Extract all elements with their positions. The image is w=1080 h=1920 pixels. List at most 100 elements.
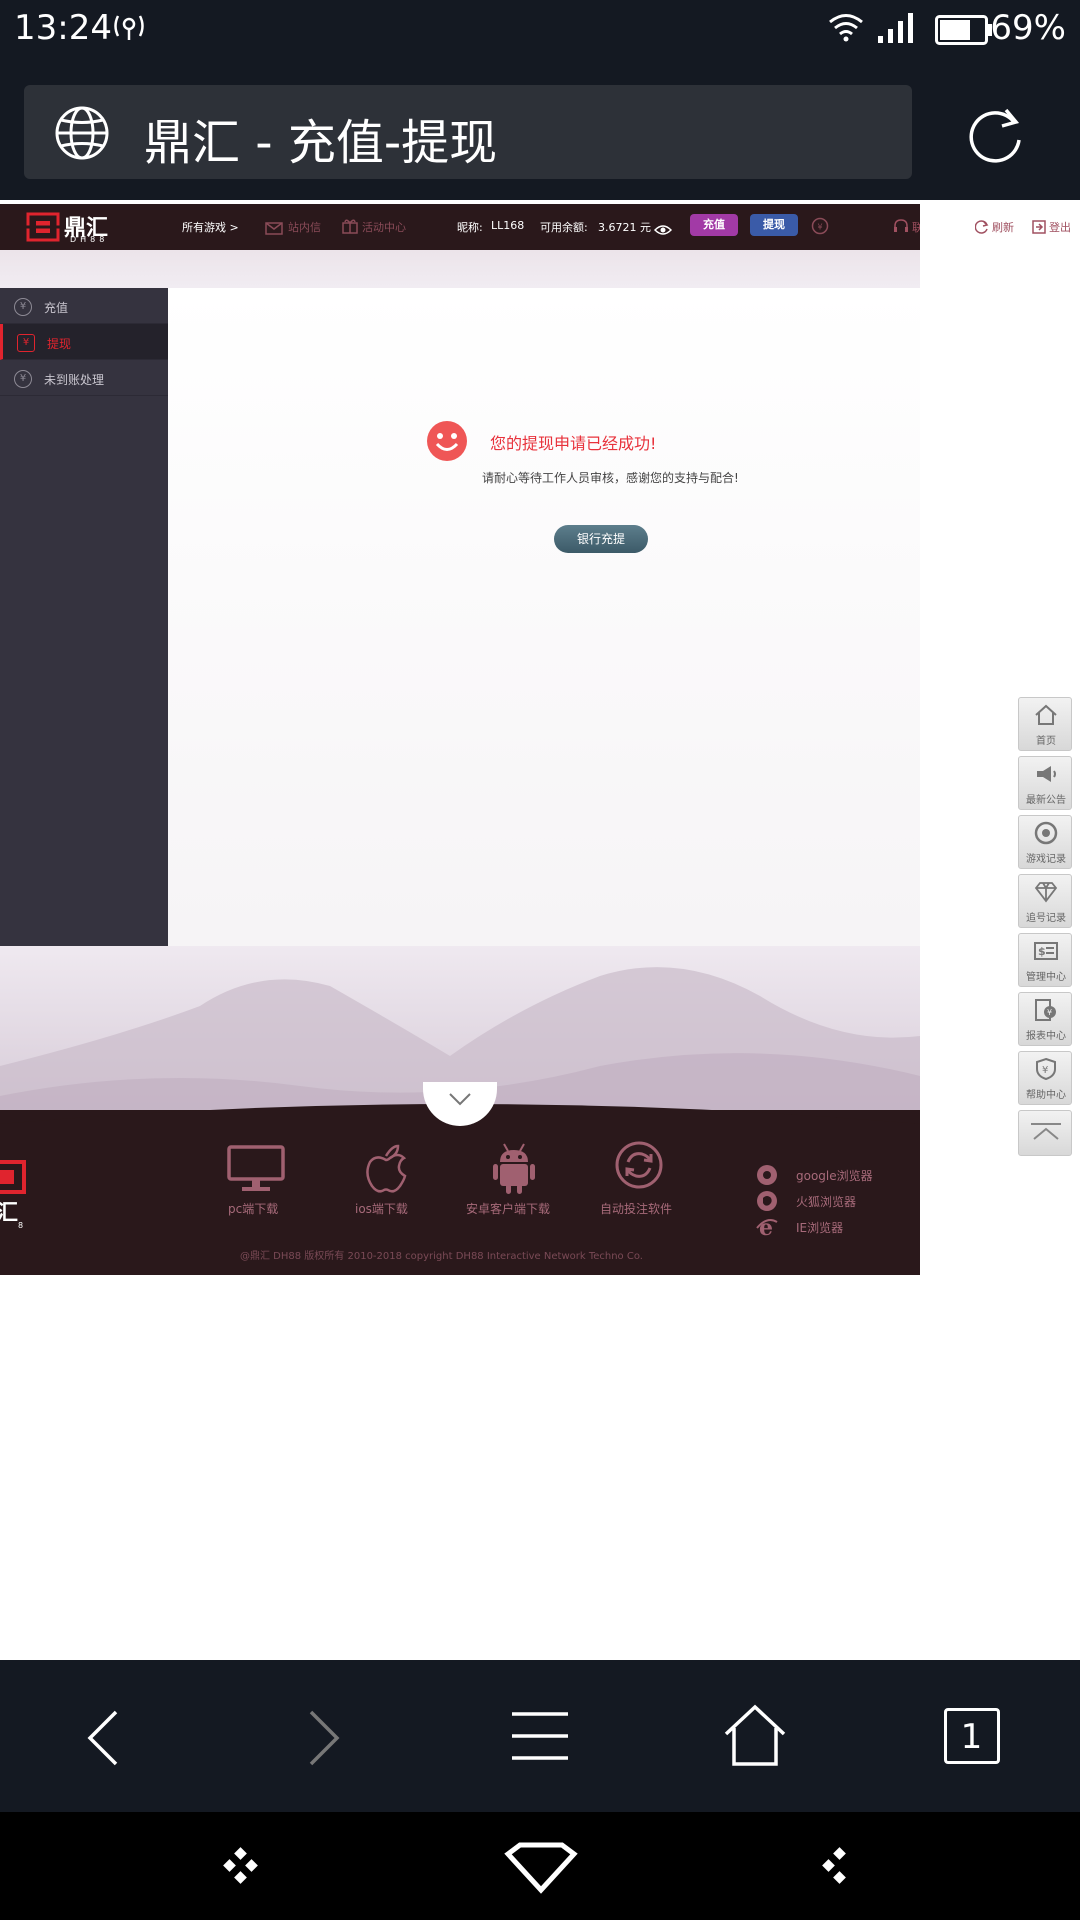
reload-icon[interactable]: [966, 104, 1026, 168]
footer-logo-icon: 汇8: [0, 1160, 36, 1234]
activity-link[interactable]: 活动中心: [362, 219, 406, 235]
tab-count: 1: [960, 1717, 983, 1757]
logout-link[interactable]: 登出: [1049, 219, 1071, 235]
home-icon[interactable]: [722, 1704, 788, 1772]
yen-shield-icon: ¥: [17, 334, 35, 352]
megaphone-icon: [1037, 766, 1056, 782]
download-auto-bet[interactable]: 自动投注软件: [598, 1141, 688, 1216]
float-nav-label: 最新公告: [1026, 795, 1066, 806]
nav-home-diamond-icon[interactable]: [504, 1842, 578, 1898]
nav-dots-right-icon[interactable]: [820, 1846, 860, 1890]
browser-google[interactable]: google浏览器: [756, 1164, 896, 1186]
gift-icon: [342, 218, 358, 238]
main-panel: 您的提现申请已经成功! 请耐心等待工作人员审核，感谢您的支持与配合! 银行充提: [168, 288, 920, 946]
status-bar: 13:24 69%: [0, 0, 1080, 60]
sidebar-item-label: 提现: [47, 337, 72, 351]
download-label: 自动投注软件: [600, 1202, 673, 1216]
system-nav-bar: [0, 1812, 1080, 1920]
float-nav-management[interactable]: $ 管理中心: [1018, 933, 1072, 987]
svg-text:¥: ¥: [1042, 1065, 1048, 1076]
apple-icon: [366, 1144, 407, 1193]
success-message: 请耐心等待工作人员审核，感谢您的支持与配合!: [482, 471, 739, 485]
back-icon[interactable]: [82, 1708, 122, 1772]
site-header-right: 刷新 登出: [920, 204, 1080, 250]
refresh-circle-icon: [615, 1141, 663, 1189]
download-label: pc端下载: [228, 1202, 279, 1216]
browser-label: IE浏览器: [796, 1221, 844, 1235]
float-nav-home[interactable]: 首页: [1018, 697, 1072, 751]
bank-recharge-button[interactable]: 银行充提: [554, 525, 648, 553]
globe-icon: [54, 105, 110, 165]
sidebar-item-label: 充值: [44, 301, 69, 315]
header-background-band: [0, 250, 920, 288]
all-games-link[interactable]: 所有游戏 >: [182, 219, 239, 235]
float-nav-announcements[interactable]: 最新公告: [1018, 756, 1072, 810]
battery-icon: [935, 15, 993, 49]
android-icon: [493, 1143, 535, 1194]
site-header: 鼎汇 DH88 所有游戏 > 站内信 活动中心 昵称: LL168 可用余额: …: [0, 204, 956, 250]
float-nav-scroll-top[interactable]: [1018, 1110, 1072, 1156]
float-nav-help[interactable]: ¥ 帮助中心: [1018, 1051, 1072, 1105]
browser-label: 火狐浏览器: [796, 1195, 857, 1209]
balance-value: 3.6721 元: [598, 221, 651, 234]
float-nav-chase-records[interactable]: 追号记录: [1018, 874, 1072, 928]
sidebar-item-pending[interactable]: ¥ 未到账处理: [0, 360, 168, 396]
browser-bottom-nav: 1: [0, 1660, 1080, 1812]
signal-icon: [876, 12, 916, 48]
sidebar-item-withdraw[interactable]: ¥ 提现: [0, 324, 168, 360]
download-android[interactable]: 安卓客户端下载: [462, 1143, 572, 1216]
site-footer: 汇8 pc端下载 ios端下载 安卓客户端下载 自动投注软件 google浏览器…: [0, 1082, 920, 1275]
monitor-icon: [227, 1145, 285, 1191]
site-logo-sub: DH88: [70, 235, 109, 244]
page-title: 鼎汇 - 充值-提现: [144, 115, 498, 171]
report-icon: ¥: [1035, 999, 1056, 1021]
browser-ie[interactable]: e IE浏览器: [756, 1216, 896, 1238]
menu-icon[interactable]: [510, 1710, 570, 1766]
float-nav-label: 报表中心: [1026, 1031, 1066, 1042]
success-title: 您的提现申请已经成功!: [490, 434, 657, 453]
withdraw-button[interactable]: 提现: [750, 214, 798, 236]
battery-percent: 69%: [990, 8, 1066, 48]
svg-text:¥: ¥: [817, 223, 822, 232]
float-nav-label: 帮助中心: [1026, 1090, 1066, 1101]
sidebar-item-recharge[interactable]: ¥ 充值: [0, 288, 168, 324]
sidebar-item-label: 未到账处理: [44, 373, 105, 387]
headset-icon: [893, 218, 909, 238]
coin-icon[interactable]: ¥: [811, 217, 829, 239]
browser-url-bar: 鼎汇 - 充值-提现: [0, 60, 1080, 200]
scroll-top-icon: [1031, 1123, 1061, 1140]
browser-label: google浏览器: [796, 1169, 873, 1183]
nickname-label: 昵称:: [457, 221, 483, 234]
download-ios[interactable]: ios端下载: [346, 1144, 426, 1216]
game-record-icon: [1034, 821, 1058, 845]
tabs-button[interactable]: 1: [944, 1708, 1000, 1764]
float-nav-reports[interactable]: ¥ 报表中心: [1018, 992, 1072, 1046]
balance-label: 可用余额:: [540, 221, 588, 234]
eye-icon[interactable]: [653, 221, 673, 240]
diamond-icon: [1034, 882, 1058, 903]
help-shield-icon: ¥: [1036, 1057, 1056, 1081]
wifi-icon: [828, 12, 864, 46]
firefox-icon: [757, 1191, 777, 1211]
status-time: 13:24: [14, 8, 112, 48]
site-logo-icon[interactable]: [26, 212, 60, 246]
chrome-icon: [757, 1165, 777, 1185]
download-pc[interactable]: pc端下载: [216, 1144, 296, 1216]
float-nav-label: 游戏记录: [1026, 854, 1066, 865]
nav-dots-left-icon[interactable]: [221, 1846, 261, 1890]
recharge-button[interactable]: 充值: [690, 214, 738, 236]
hotspot-icon: [112, 12, 146, 46]
refresh-link[interactable]: 刷新: [992, 219, 1014, 235]
side-menu: ¥ 充值 ¥ 提现 ¥ 未到账处理: [0, 288, 168, 946]
download-label: 安卓客户端下载: [466, 1202, 551, 1216]
download-label: ios端下载: [355, 1202, 408, 1216]
inbox-link[interactable]: 站内信: [288, 219, 321, 235]
forward-icon[interactable]: [305, 1708, 345, 1772]
mail-icon: [265, 220, 283, 239]
yen-clock-icon: ¥: [14, 370, 32, 388]
svg-text:汇: 汇: [0, 1201, 18, 1226]
float-nav-game-records[interactable]: 游戏记录: [1018, 815, 1072, 869]
float-nav-label: 首页: [1036, 736, 1056, 747]
url-field[interactable]: 鼎汇 - 充值-提现: [24, 85, 912, 179]
browser-firefox[interactable]: 火狐浏览器: [756, 1190, 896, 1212]
